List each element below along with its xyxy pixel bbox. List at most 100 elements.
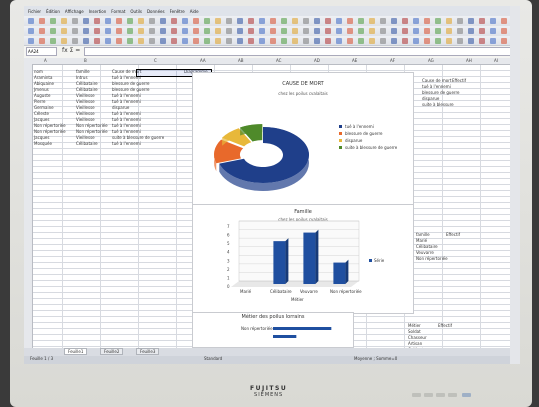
sheet-tab[interactable]: Feuille1 (64, 348, 88, 355)
table-cell[interactable]: suite à blessure de guerre (112, 135, 164, 140)
table-cell[interactable]: Vieillesse (76, 105, 95, 110)
toolbar-icon[interactable] (83, 18, 89, 24)
table-cell[interactable]: blessure de guerre (112, 81, 150, 86)
toolbar-icon[interactable] (270, 38, 276, 44)
toolbar-icon[interactable] (292, 28, 298, 34)
menu-item[interactable]: Édition (46, 9, 60, 14)
table-cell[interactable]: Chasseur (408, 335, 427, 340)
toolbar-icon[interactable] (105, 28, 111, 34)
column-header[interactable]: B (84, 58, 87, 63)
column-header[interactable]: AB (238, 58, 243, 63)
toolbar-icon[interactable] (347, 18, 353, 24)
table-cell[interactable]: Marié (416, 238, 427, 243)
toolbar-icon[interactable] (39, 28, 45, 34)
toolbar-icon[interactable] (380, 28, 386, 34)
toolbar-icon[interactable] (468, 18, 474, 24)
table-cell[interactable]: Soldat (408, 329, 421, 334)
name-box[interactable]: AA24 (26, 47, 57, 56)
toolbar-icon[interactable] (281, 38, 287, 44)
toolbar-icon[interactable] (270, 28, 276, 34)
toolbar-icon[interactable] (413, 38, 419, 44)
table-cell[interactable]: Germaine (34, 105, 54, 110)
toolbar-icon[interactable] (369, 18, 375, 24)
toolbar-icon[interactable] (94, 28, 100, 34)
toolbar-icon[interactable] (182, 18, 188, 24)
toolbar-icon[interactable] (226, 38, 232, 44)
toolbar-icon[interactable] (116, 28, 122, 34)
table-header[interactable]: Effectif (452, 78, 466, 83)
table-cell[interactable]: tué à l'ennemi (112, 111, 141, 116)
column-header[interactable]: A (44, 58, 47, 63)
menu-item[interactable]: Outils (130, 9, 142, 14)
toolbar-icon[interactable] (490, 38, 496, 44)
toolbar-icon[interactable] (215, 38, 221, 44)
table-cell[interactable]: Célibataire (76, 87, 98, 92)
toolbar-icon[interactable] (259, 18, 265, 24)
toolbar-icon[interactable] (424, 38, 430, 44)
bar-chart-famille[interactable]: Famille chez les poilus cvalaitais 01234… (192, 204, 414, 314)
toolbar-icon[interactable] (116, 38, 122, 44)
toolbar-icon[interactable] (501, 38, 507, 44)
menu-item[interactable]: Données (147, 9, 165, 14)
toolbar-icon[interactable] (160, 28, 166, 34)
table-header[interactable]: nom (34, 69, 43, 74)
toolbar-icon[interactable] (292, 18, 298, 24)
toolbar-icon[interactable] (358, 28, 364, 34)
toolbar-icon[interactable] (303, 28, 309, 34)
toolbar-icon[interactable] (50, 38, 56, 44)
menu-item[interactable]: Aide (190, 9, 199, 14)
table-cell[interactable]: blessure de guerre (112, 87, 150, 92)
toolbar-icon[interactable] (292, 38, 298, 44)
toolbar-icon[interactable] (226, 28, 232, 34)
table-header[interactable]: famille (76, 69, 90, 74)
toolbar-icon[interactable] (116, 18, 122, 24)
column-header[interactable]: AA (200, 58, 206, 63)
toolbar-icon[interactable] (127, 38, 133, 44)
toolbar-icon[interactable] (259, 28, 265, 34)
toolbar-icon[interactable] (347, 28, 353, 34)
toolbar-icon[interactable] (138, 38, 144, 44)
table-cell[interactable]: Auguste (34, 93, 50, 98)
bar-chart-metier[interactable]: Métier des poilus lorrains Non répertori… (192, 312, 354, 348)
toolbar-icon[interactable] (424, 28, 430, 34)
bar[interactable] (273, 335, 297, 338)
table-cell[interactable]: Célibataire (76, 141, 98, 146)
toolbar-icon[interactable] (314, 28, 320, 34)
toolbar-icon[interactable] (468, 28, 474, 34)
table-cell[interactable]: Non répertoriée (76, 129, 108, 134)
table-cell[interactable]: blessure de guerre (422, 90, 460, 95)
toolbar-icon[interactable] (391, 38, 397, 44)
table-cell[interactable]: tué à l'ennemi (112, 99, 141, 104)
table-cell[interactable]: Vieillesse (76, 135, 95, 140)
toolbar-icon[interactable] (479, 28, 485, 34)
toolbar-icon[interactable] (204, 28, 210, 34)
table-cell[interactable]: Célibataire (416, 244, 438, 249)
toolbar-icon[interactable] (28, 38, 34, 44)
toolbar-icon[interactable] (391, 18, 397, 24)
sheet-tab[interactable]: Feuille3 (136, 348, 160, 355)
toolbar-icon[interactable] (160, 38, 166, 44)
table-cell[interactable]: Araminta (34, 75, 52, 80)
toolbar-icon[interactable] (171, 28, 177, 34)
pie-chart[interactable]: CAUSE DE MORT chez les poilus cvalaitais… (192, 72, 414, 208)
table-header[interactable]: Métier (408, 323, 421, 328)
column-header[interactable]: AF (390, 58, 395, 63)
toolbar-icon[interactable] (50, 28, 56, 34)
table-cell[interactable]: Artisan (408, 341, 422, 346)
toolbar-icon[interactable] (402, 18, 408, 24)
toolbar-icon[interactable] (314, 18, 320, 24)
toolbar-icon[interactable] (413, 18, 419, 24)
toolbar-icon[interactable] (72, 28, 78, 34)
toolbar-icon[interactable] (204, 38, 210, 44)
toolbar-icon[interactable] (105, 38, 111, 44)
toolbar-icon[interactable] (336, 38, 342, 44)
toolbar-icon[interactable] (127, 28, 133, 34)
toolbar-icon[interactable] (358, 38, 364, 44)
column-header[interactable]: AC (276, 58, 281, 63)
toolbar-icon[interactable] (248, 18, 254, 24)
table-cell[interactable]: Jacques (34, 117, 49, 122)
table-cell[interactable]: Vieillesse (76, 99, 95, 104)
toolbar-icon[interactable] (83, 38, 89, 44)
toolbar-icon[interactable] (171, 38, 177, 44)
toolbar-icon[interactable] (336, 18, 342, 24)
